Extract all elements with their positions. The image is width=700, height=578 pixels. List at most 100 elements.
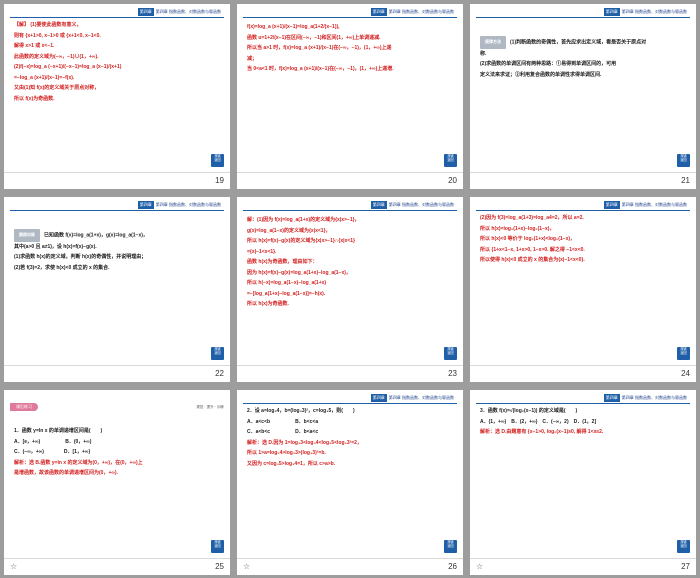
chapter-title: 第四章 指数函数、对数函数与幂函数 (621, 395, 687, 400)
slide-text-line: (2)若 f(3)=2，求使 h(x)<0 成立的 x 的集合. (14, 264, 110, 271)
slide-text-line: 减； (247, 55, 258, 62)
slide-number: 20 (448, 176, 457, 185)
slide-text-line: A．a<c<b B．b<c<a (247, 418, 319, 425)
slide-text-line: g(x)=log_a(1−x)的定义域为{x|x<1}， (247, 227, 331, 234)
back-nav-button[interactable]: 按键 返回 (211, 540, 224, 553)
nav-button-label: 返回 (680, 351, 687, 356)
slide-27[interactable]: 第四章 第四章 指数函数、对数函数与幂函数 3．函数 f(x)=√(log₂(x−1… (470, 390, 696, 575)
nav-button-label: 返回 (447, 351, 454, 356)
slide-footer: 26 ☆ (237, 558, 463, 575)
chapter-tag: 第四章 第四章 指数函数、对数函数与幂函数 (368, 8, 457, 16)
slide-text-line: 2．设 a=log₃4，b=(log₃3)²，c=log₃5，则( ) (247, 408, 355, 414)
slide-text-line-content: 已知函数 f(x)=log_a(1+x)，g(x)=log_a(1−x)， (44, 232, 148, 239)
slide-text-line: 所以 {1+x<1−x, 1+x>0, 1−x>0. 解之得 −1<x<0. (480, 246, 585, 253)
slide-20[interactable]: 第四章 第四章 指数函数、对数函数与幂函数 f(x)=log_a (x+1)/(x−… (237, 4, 463, 189)
slide-text-line: 解析：选 D.由题意有 {x−1>0, log₂(x−1)≥0, 解得 1<x≤… (480, 429, 604, 435)
back-nav-button[interactable]: 按键 返回 (677, 540, 690, 553)
nav-button-label: 返回 (680, 158, 687, 163)
slide-25[interactable]: 课后练习 规范 · 提升 · 训练 1．函数 y=ln x 的单调递增区间是( ) A… (4, 390, 230, 575)
slide-text-line: 所以 f(x)为奇函数. (14, 95, 55, 102)
slide-text-line: C．(−∞，+∞) D．[1，+∞) (14, 449, 91, 455)
slide-text-line: 是增函数，故该函数的单调递增区间为(0，+∞). (14, 470, 118, 476)
back-nav-button[interactable]: 按键 返回 (677, 347, 690, 360)
slide-text-line: 跟踪训练 已知函数 f(x)=log_a(1+x)，g(x)=log_a(1−x)… (14, 229, 220, 242)
chapter-title: 第四章 指数函数、对数函数与幂函数 (388, 9, 454, 14)
back-nav-button[interactable]: 按键 返回 (444, 540, 457, 553)
chapter-label: 第四章 (603, 8, 620, 16)
back-nav-button[interactable]: 按键 返回 (211, 154, 224, 167)
chapter-title: 第四章 指数函数、对数函数与幂函数 (621, 202, 687, 207)
chapter-label: 第四章 (603, 201, 620, 209)
nav-button-label: 返回 (214, 351, 221, 356)
slide-body: 解：(1)因为 f(x)=log_a(1+x)的定义域为{x|x>−1}， g(x… (247, 215, 453, 310)
chapter-tag: 第四章 第四章 指数函数、对数函数与幂函数 (601, 394, 690, 402)
slide-19[interactable]: 第四章 第四章 指数函数、对数函数与幂函数【解】 (1)要使此函数有意义， 则有 {… (4, 4, 230, 189)
chapter-tag: 第四章 第四章 指数函数、对数函数与幂函数 (135, 8, 224, 16)
slide-text-line: 所以 h(x)=f(x)−g(x)的定义域为{x|x>−1}∩{x|x<1} (247, 238, 355, 244)
slide-text-line: A．[e，+∞) B．(0，+∞) (14, 438, 92, 445)
slide-text-line: 所以使得 h(x)<0 成立的 x 的集合为{x|−1<x<0}. (480, 257, 585, 263)
nav-button-label: 返回 (447, 158, 454, 163)
slide-text-line: 其中(a>0 且 a≠1)，设 h(x)=f(x)−g(x). (14, 243, 97, 250)
slide-text-line: 所以 h(x)为奇函数. (247, 301, 289, 307)
slide-21[interactable]: 第四章 第四章 指数函数、对数函数与幂函数 规律方法 (1)判断函数的奇偶性，首先应求… (470, 4, 696, 189)
slide-footer: 25 ☆ (4, 558, 230, 575)
slide-24[interactable]: 第四章 第四章 指数函数、对数函数与幂函数 (2)因为 f(3)=log_a(1+3… (470, 197, 696, 382)
slide-footer: 19 (4, 172, 230, 189)
slide-body: 3．函数 f(x)=√(log₂(x−1)) 的定义域是( ) A．(1，+∞) … (480, 406, 686, 438)
back-nav-button[interactable]: 按键 返回 (444, 154, 457, 167)
slide-header: 第四章 第四章 指数函数、对数函数与幂函数 (10, 8, 224, 18)
chapter-label: 第四章 (370, 394, 387, 402)
slide-footer: 20 (237, 172, 463, 189)
slide-text-line: 解：(1)因为 f(x)=log_a(1+x)的定义域为{x|x>−1}， (247, 217, 360, 223)
slide-text-line: 此函数的定义域为(−∞，−1)∪(1，+∞). (14, 53, 99, 60)
section-banner-label: 课后练习 (10, 403, 38, 411)
slide-text-line: 定义法来求证；②利用复合函数的单调性求得单调区间. (480, 71, 602, 78)
slide-text-line: 解析：选 B.函数 y=ln x 的定义域为(0，+∞)，在(0，+∞)上 (14, 459, 143, 466)
method-badge: 规律方法 (480, 36, 506, 49)
chapter-title: 第四章 指数函数、对数函数与幂函数 (155, 9, 221, 14)
chapter-label: 第四章 (370, 201, 387, 209)
slide-number: 27 (681, 562, 690, 571)
back-nav-button[interactable]: 按键 返回 (211, 347, 224, 360)
slide-text-line: f(x)=log_a (x+1)/(x−1)=log_a(1+2/(x−1)), (247, 24, 340, 30)
slide-23[interactable]: 第四章 第四章 指数函数、对数函数与幂函数解：(1)因为 f(x)=log_a(1… (237, 197, 463, 382)
chapter-label: 第四章 (137, 8, 154, 16)
slide-text-line: 函数 h(x)为奇函数，理由如下： (247, 259, 318, 265)
slide-text-line: 【解】 (1)要使此函数有意义， (14, 22, 82, 28)
slide-text-line: A．(1，+∞) B．(2，+∞) C．(−∞，2) D．(1，2] (480, 418, 597, 425)
nav-button-label: 返回 (680, 544, 687, 549)
slide-text-line: (2)求函数的单调区间有两种思路：①易得到单调区间的，可用 (480, 61, 617, 67)
chapter-tag: 第四章 第四章 指数函数、对数函数与幂函数 (601, 201, 690, 209)
slide-text-line: 所以 h(x)=log₂(1+x)−log₂(1−x)， (480, 225, 555, 232)
slide-text-line: 则有 {x+1>0, x−1>0 或 {x+1<0, x−1<0. (14, 32, 101, 39)
slide-22[interactable]: 第四章 第四章 指数函数、对数函数与幂函数 跟踪训练 已知函数 f(x)=log_a(… (4, 197, 230, 382)
slide-footer: 27 ☆ (470, 558, 696, 575)
back-nav-button[interactable]: 按键 返回 (677, 154, 690, 167)
slide-body: 规律方法 (1)判断函数的奇偶性，首先应求出定义域，看是否关于原点对 称. (2)求函… (480, 36, 686, 80)
slide-header: 第四章 第四章 指数函数、对数函数与幂函数 (476, 201, 690, 211)
slide-footer: 22 (4, 365, 230, 382)
slide-header: 第四章 第四章 指数函数、对数函数与幂函数 (10, 201, 224, 211)
slide-body: 【解】 (1)要使此函数有意义， 则有 {x+1>0, x−1>0 或 {x+1<… (14, 20, 220, 104)
slide-text-line: 解析：选 D.因为 1=log₃3<log₃4<log₃5<log₃3²=2， (247, 439, 362, 446)
slide-26[interactable]: 第四章 第四章 指数函数、对数函数与幂函数 2．设 a=log₃4，b=(log₃3… (237, 390, 463, 575)
star-icon: ☆ (10, 562, 18, 571)
back-nav-button[interactable]: 按键 返回 (444, 347, 457, 360)
slide-number: 21 (681, 176, 690, 185)
slide-number: 22 (215, 369, 224, 378)
slide-text-line: 规律方法 (1)判断函数的奇偶性，首先应求出定义域，看是否关于原点对 (480, 36, 686, 49)
slide-text-line: 所以当 a>1 时，f(x)=log_a (x+1)/(x−1)在(−∞，−1)… (247, 45, 392, 51)
slide-text-line: 因为 h(x)=f(x)−g(x)=log_a(1+x)−log_a(1−x)， (247, 269, 351, 276)
slide-footer: 24 (470, 365, 696, 382)
slide-number: 24 (681, 369, 690, 378)
slide-text-line: 1．函数 y=ln x 的单调递增区间是( ) (14, 428, 103, 434)
slide-footer: 23 (237, 365, 463, 382)
slide-header: 第四章 第四章 指数函数、对数函数与幂函数 (476, 8, 690, 18)
slide-text-line: 当 0<a<1 时，f(x)=log_a (x+1)/(x−1)在(−∞，−1)… (247, 66, 394, 72)
section-banner-subtitle: 规范 · 提升 · 训练 (196, 405, 224, 409)
chapter-label: 第四章 (137, 201, 154, 209)
method-badge: 跟踪训练 (14, 229, 40, 242)
chapter-tag: 第四章 第四章 指数函数、对数函数与幂函数 (368, 201, 457, 209)
chapter-title: 第四章 指数函数、对数函数与幂函数 (621, 9, 687, 14)
